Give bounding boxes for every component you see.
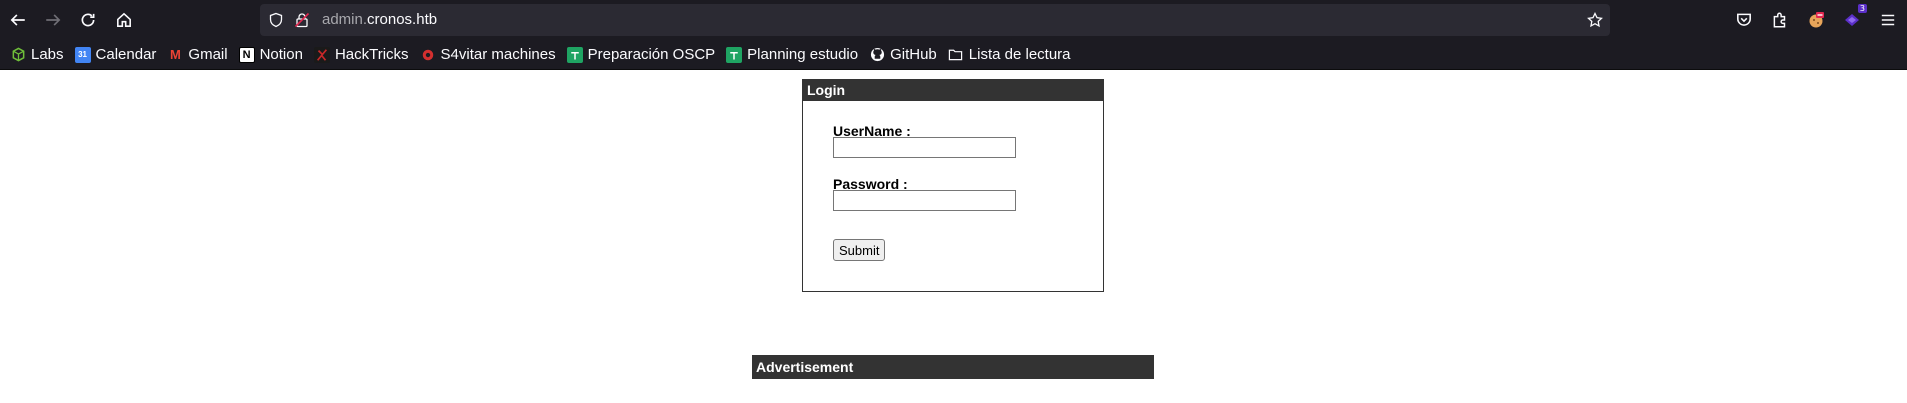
pocket-icon: [1737, 13, 1751, 26]
bookmark-preparacion-oscp[interactable]: Preparación OSCP: [563, 43, 720, 67]
cube-icon: [10, 47, 26, 63]
reload-button[interactable]: [70, 2, 106, 38]
bookmark-label: GitHub: [890, 46, 937, 63]
bookmark-label: Calendar: [95, 46, 157, 63]
url-bar[interactable]: admin.cronos.htb: [260, 4, 1610, 36]
page-content: Login UserName : Password : Submit Adver…: [0, 71, 1907, 403]
github-icon: [869, 47, 885, 63]
url-domain: cronos.htb: [367, 11, 438, 28]
username-input[interactable]: [833, 137, 1016, 158]
hamburger-menu-icon: [1881, 14, 1895, 26]
folder-icon: [948, 47, 964, 63]
forward-button[interactable]: [35, 2, 71, 38]
insecure-lock-icon[interactable]: [292, 10, 312, 30]
browser-toolbar: admin.cronos.htb 3: [0, 0, 1907, 40]
calendar-icon: 31: [74, 46, 91, 63]
foxyproxy-icon: [1845, 14, 1859, 26]
bookmark-calendar[interactable]: 31 Calendar: [71, 43, 161, 67]
notion-icon: N: [238, 46, 255, 63]
reload-icon: [81, 13, 95, 27]
menu-button[interactable]: [1870, 2, 1906, 38]
bookmark-gmail[interactable]: M Gmail: [163, 43, 231, 67]
bookmark-labs[interactable]: Labs: [6, 43, 68, 67]
home-icon: [117, 12, 131, 27]
bookmarks-toolbar: Labs 31 Calendar M Gmail N Notion HackTr…: [0, 40, 1907, 70]
bookmark-label: HackTricks: [334, 46, 409, 63]
pocket-button[interactable]: [1726, 2, 1762, 38]
bookmark-label: Lista de lectura: [968, 46, 1071, 63]
bookmark-label: Gmail: [188, 46, 228, 63]
bookmark-notion[interactable]: N Notion: [235, 43, 307, 67]
sheets-icon: [566, 46, 583, 63]
s4vitar-icon: [420, 47, 436, 63]
advertisement-title: Advertisement: [752, 355, 1154, 379]
bookmark-star-icon[interactable]: [1585, 10, 1605, 30]
shield-icon[interactable]: [266, 10, 286, 30]
bookmark-s4vitar-machines[interactable]: S4vitar machines: [416, 43, 560, 67]
gmail-icon: M: [169, 47, 181, 62]
cookie-extension-icon: [1809, 12, 1824, 28]
password-input[interactable]: [833, 190, 1016, 211]
bookmark-folder-lista-de-lectura[interactable]: Lista de lectura: [944, 43, 1075, 67]
login-title: Login: [803, 80, 1103, 101]
bookmark-label: Labs: [31, 46, 64, 63]
bookmark-label: Notion: [259, 46, 303, 63]
extensions-button[interactable]: [1762, 2, 1798, 38]
login-form: Login UserName : Password : Submit: [802, 79, 1104, 292]
url-subdomain: admin.: [322, 11, 368, 28]
home-button[interactable]: [106, 2, 142, 38]
url-text[interactable]: admin.cronos.htb: [322, 11, 437, 28]
extension-badge: 3: [1857, 4, 1867, 13]
bookmark-planning-estudio[interactable]: Planning estudio: [722, 43, 862, 67]
bookmark-label: S4vitar machines: [440, 46, 556, 63]
submit-button[interactable]: Submit: [833, 239, 886, 261]
bookmark-hacktricks[interactable]: HackTricks: [310, 43, 413, 67]
cookie-extension-button[interactable]: [1798, 2, 1834, 38]
bookmark-label: Preparación OSCP: [587, 46, 716, 63]
bookmark-github[interactable]: GitHub: [865, 43, 941, 67]
back-button[interactable]: [0, 2, 36, 38]
bookmark-label: Planning estudio: [747, 46, 859, 63]
arrow-left-icon: [10, 14, 25, 26]
arrow-right-icon: [46, 14, 61, 26]
foxyproxy-button[interactable]: 3: [1834, 2, 1870, 38]
hacktricks-icon: [313, 46, 330, 63]
puzzle-icon: [1773, 12, 1786, 28]
sheets-icon: [726, 46, 743, 63]
